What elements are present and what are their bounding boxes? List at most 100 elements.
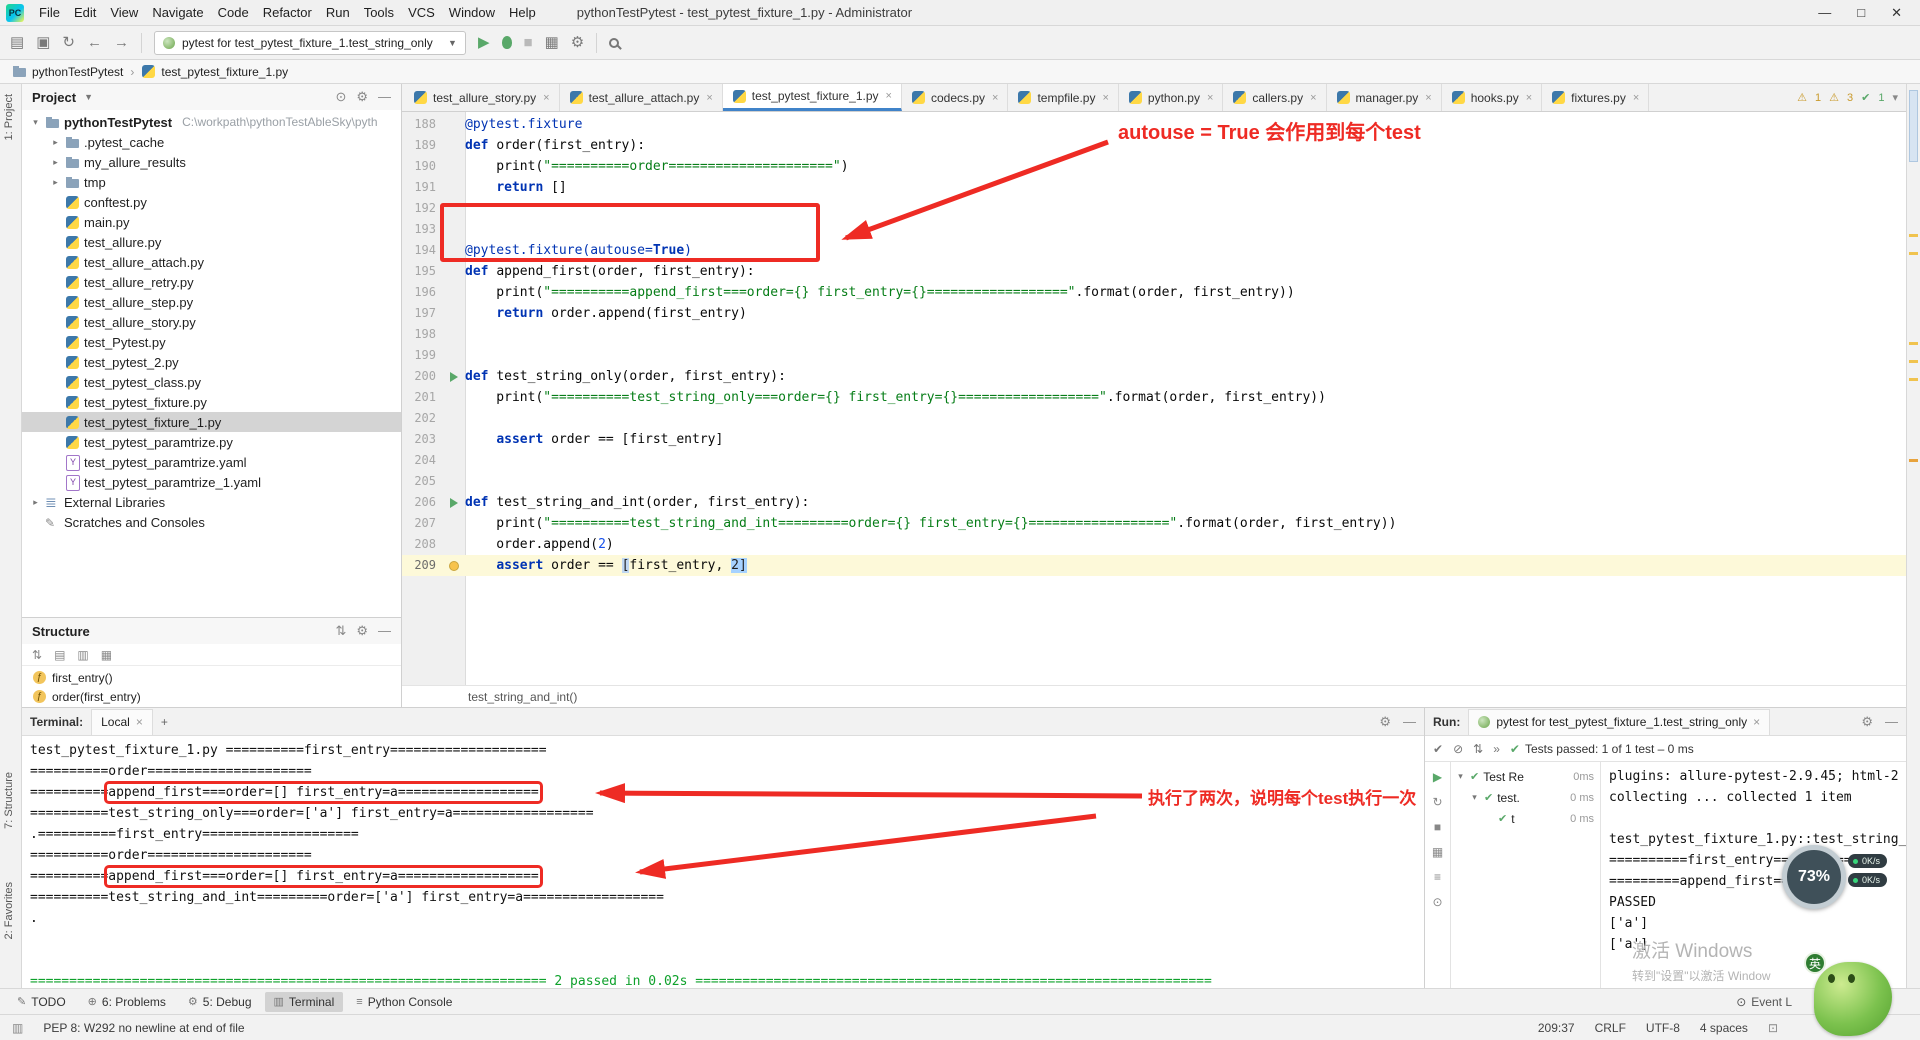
rerun-icon[interactable]: ▶ [1433, 770, 1442, 784]
caret-position[interactable]: 209:37 [1538, 1021, 1575, 1035]
gear-icon[interactable]: ⚙ [1861, 714, 1873, 730]
project-tree-item[interactable]: test_allure_retry.py [22, 272, 401, 292]
tool-window-button[interactable]: ⊕ 6: Problems [79, 992, 175, 1012]
project-tree-item[interactable]: test_pytest_2.py [22, 352, 401, 372]
editor-tab[interactable]: test_pytest_fixture_1.py × [722, 84, 902, 111]
hide-panel-icon[interactable]: — [1885, 714, 1898, 730]
editor-body[interactable]: 188 @pytest.fixture 189 def order(first_… [402, 112, 1906, 685]
warning-mark[interactable] [1909, 342, 1918, 345]
ime-sticker-overlay[interactable]: 英 [1804, 952, 1894, 1038]
file-encoding[interactable]: UTF-8 [1646, 1021, 1680, 1035]
project-tree-item[interactable]: test_allure_step.py [22, 292, 401, 312]
tool-window-button[interactable]: ▥ Terminal [264, 991, 344, 1012]
group-icon[interactable]: ▦ [101, 648, 112, 662]
options-icon[interactable]: ≡ [1434, 870, 1441, 884]
pin-icon[interactable]: ⊙ [1432, 895, 1442, 909]
error-stripe[interactable] [1906, 84, 1920, 988]
close-tab-icon[interactable]: × [1425, 92, 1431, 104]
close-tab-icon[interactable]: × [1753, 715, 1760, 729]
menu-item[interactable]: Tools [357, 2, 401, 23]
project-tree-item[interactable]: test_Pytest.py [22, 332, 401, 352]
tool-stripe-project[interactable]: 1: Project [3, 94, 15, 140]
coverage-icon[interactable]: ▦ [545, 35, 559, 50]
close-button[interactable]: ✕ [1891, 5, 1902, 21]
chevron-down-icon[interactable]: ▼ [84, 92, 93, 102]
project-tree-item[interactable]: test_pytest_paramtrize.yaml [22, 452, 401, 472]
stop-icon[interactable]: ■ [1434, 820, 1441, 834]
run-test-icon[interactable] [449, 371, 458, 382]
project-tree-item[interactable]: test_pytest_paramtrize.py [22, 432, 401, 452]
breadcrumb-file[interactable]: test_pytest_fixture_1.py [141, 64, 288, 79]
tree-expand-icon[interactable]: ▸ [50, 177, 61, 188]
sort-icon[interactable]: ⇅ [32, 648, 42, 662]
status-message[interactable]: PEP 8: W292 no newline at end of file [43, 1021, 244, 1035]
menu-item[interactable]: Edit [67, 2, 103, 23]
breadcrumb-project[interactable]: pythonTestPytest [12, 64, 123, 79]
forward-icon[interactable]: → [114, 35, 129, 50]
close-tab-icon[interactable]: × [706, 92, 712, 104]
filter-fields-icon[interactable]: ▤ [54, 648, 65, 662]
filter-methods-icon[interactable]: ▥ [77, 648, 88, 662]
editor-tab[interactable]: codecs.py × [901, 84, 1009, 111]
maximize-button[interactable]: □ [1857, 5, 1865, 21]
gear-icon[interactable]: ⚙ [356, 89, 368, 105]
sort-icon[interactable]: ⇅ [1473, 742, 1483, 756]
project-tree-item[interactable]: ▸ my_allure_results [22, 152, 401, 172]
warning-mark[interactable] [1909, 252, 1918, 255]
test-tree-item[interactable]: ▾ ✔ Test Re 0ms [1451, 766, 1600, 787]
scrollbar-thumb[interactable] [1909, 90, 1918, 162]
rerun-failed-icon[interactable]: ↻ [1432, 795, 1442, 809]
editor-tab[interactable]: tempfile.py × [1008, 84, 1119, 111]
tree-expand-icon[interactable]: ▸ [50, 137, 61, 148]
settings-wrench-icon[interactable]: ⚙ [571, 35, 584, 50]
menu-item[interactable]: Help [502, 2, 543, 23]
run-console[interactable]: plugins: allure-pytest-2.9.45; html-2 co… [1601, 762, 1906, 988]
project-panel-title[interactable]: Project [32, 90, 76, 105]
line-separator[interactable]: CRLF [1595, 1021, 1626, 1035]
intention-bulb-icon[interactable] [448, 560, 459, 571]
sync-icon[interactable]: ↻ [62, 35, 75, 50]
test-tree-item[interactable]: ▾ ✔ test. 0 ms [1451, 787, 1600, 808]
close-tab-icon[interactable]: × [1633, 92, 1639, 104]
editor-tab[interactable]: callers.py × [1223, 84, 1327, 111]
tree-expand-icon[interactable]: ▾ [1455, 771, 1466, 782]
structure-item[interactable]: order(first_entry) [22, 687, 401, 706]
close-tab-icon[interactable]: × [992, 92, 998, 104]
project-tree-item[interactable]: test_pytest_class.py [22, 372, 401, 392]
editor-tab[interactable]: manager.py × [1326, 84, 1442, 111]
history-icon[interactable]: ▦ [1432, 845, 1443, 859]
locate-icon[interactable]: ⊙ [335, 89, 346, 105]
save-all-icon[interactable]: ▣ [36, 35, 50, 50]
toolwindow-toggle-icon[interactable]: ▥ [12, 1021, 23, 1035]
project-tree-item[interactable]: test_pytest_fixture_1.py [22, 412, 401, 432]
editor-tab[interactable]: python.py × [1118, 84, 1224, 111]
indent-setting[interactable]: 4 spaces [1700, 1021, 1748, 1035]
project-tree-item[interactable]: ▸ tmp [22, 172, 401, 192]
project-tree-item[interactable]: ▸ External Libraries [22, 492, 401, 512]
back-icon[interactable]: ← [87, 35, 102, 50]
menu-item[interactable]: Refactor [256, 2, 319, 23]
close-tab-icon[interactable]: × [1526, 92, 1532, 104]
menu-item[interactable]: Window [442, 2, 502, 23]
menu-item[interactable]: Run [319, 2, 357, 23]
tree-expand-icon[interactable]: ▸ [30, 497, 41, 508]
tree-expand-icon[interactable]: ▸ [50, 157, 61, 168]
editor-tab[interactable]: test_allure_attach.py × [559, 84, 723, 111]
tree-expand-icon[interactable]: ▾ [1469, 792, 1480, 803]
project-tree-item[interactable]: test_pytest_fixture.py [22, 392, 401, 412]
menu-item[interactable]: View [103, 2, 145, 23]
tool-window-button[interactable]: ≡ Python Console [347, 992, 461, 1012]
close-tab-icon[interactable]: × [136, 715, 143, 729]
ime-language-icon[interactable]: 英 [1804, 952, 1826, 974]
warning-mark[interactable] [1909, 360, 1918, 363]
warning-mark[interactable] [1909, 234, 1918, 237]
hide-panel-icon[interactable]: — [378, 89, 391, 105]
chevron-down-icon[interactable]: ▾ [1892, 91, 1898, 104]
expand-all-icon[interactable]: ⇅ [335, 623, 346, 639]
project-tree-item[interactable]: test_allure_attach.py [22, 252, 401, 272]
tool-stripe-structure[interactable]: 7: Structure [3, 772, 15, 829]
editor-tab[interactable]: hooks.py × [1441, 84, 1543, 111]
project-tree-item[interactable]: ▸ .pytest_cache [22, 132, 401, 152]
project-tree-item[interactable]: test_allure.py [22, 232, 401, 252]
tool-window-button[interactable]: ⚙ 5: Debug [179, 992, 261, 1012]
